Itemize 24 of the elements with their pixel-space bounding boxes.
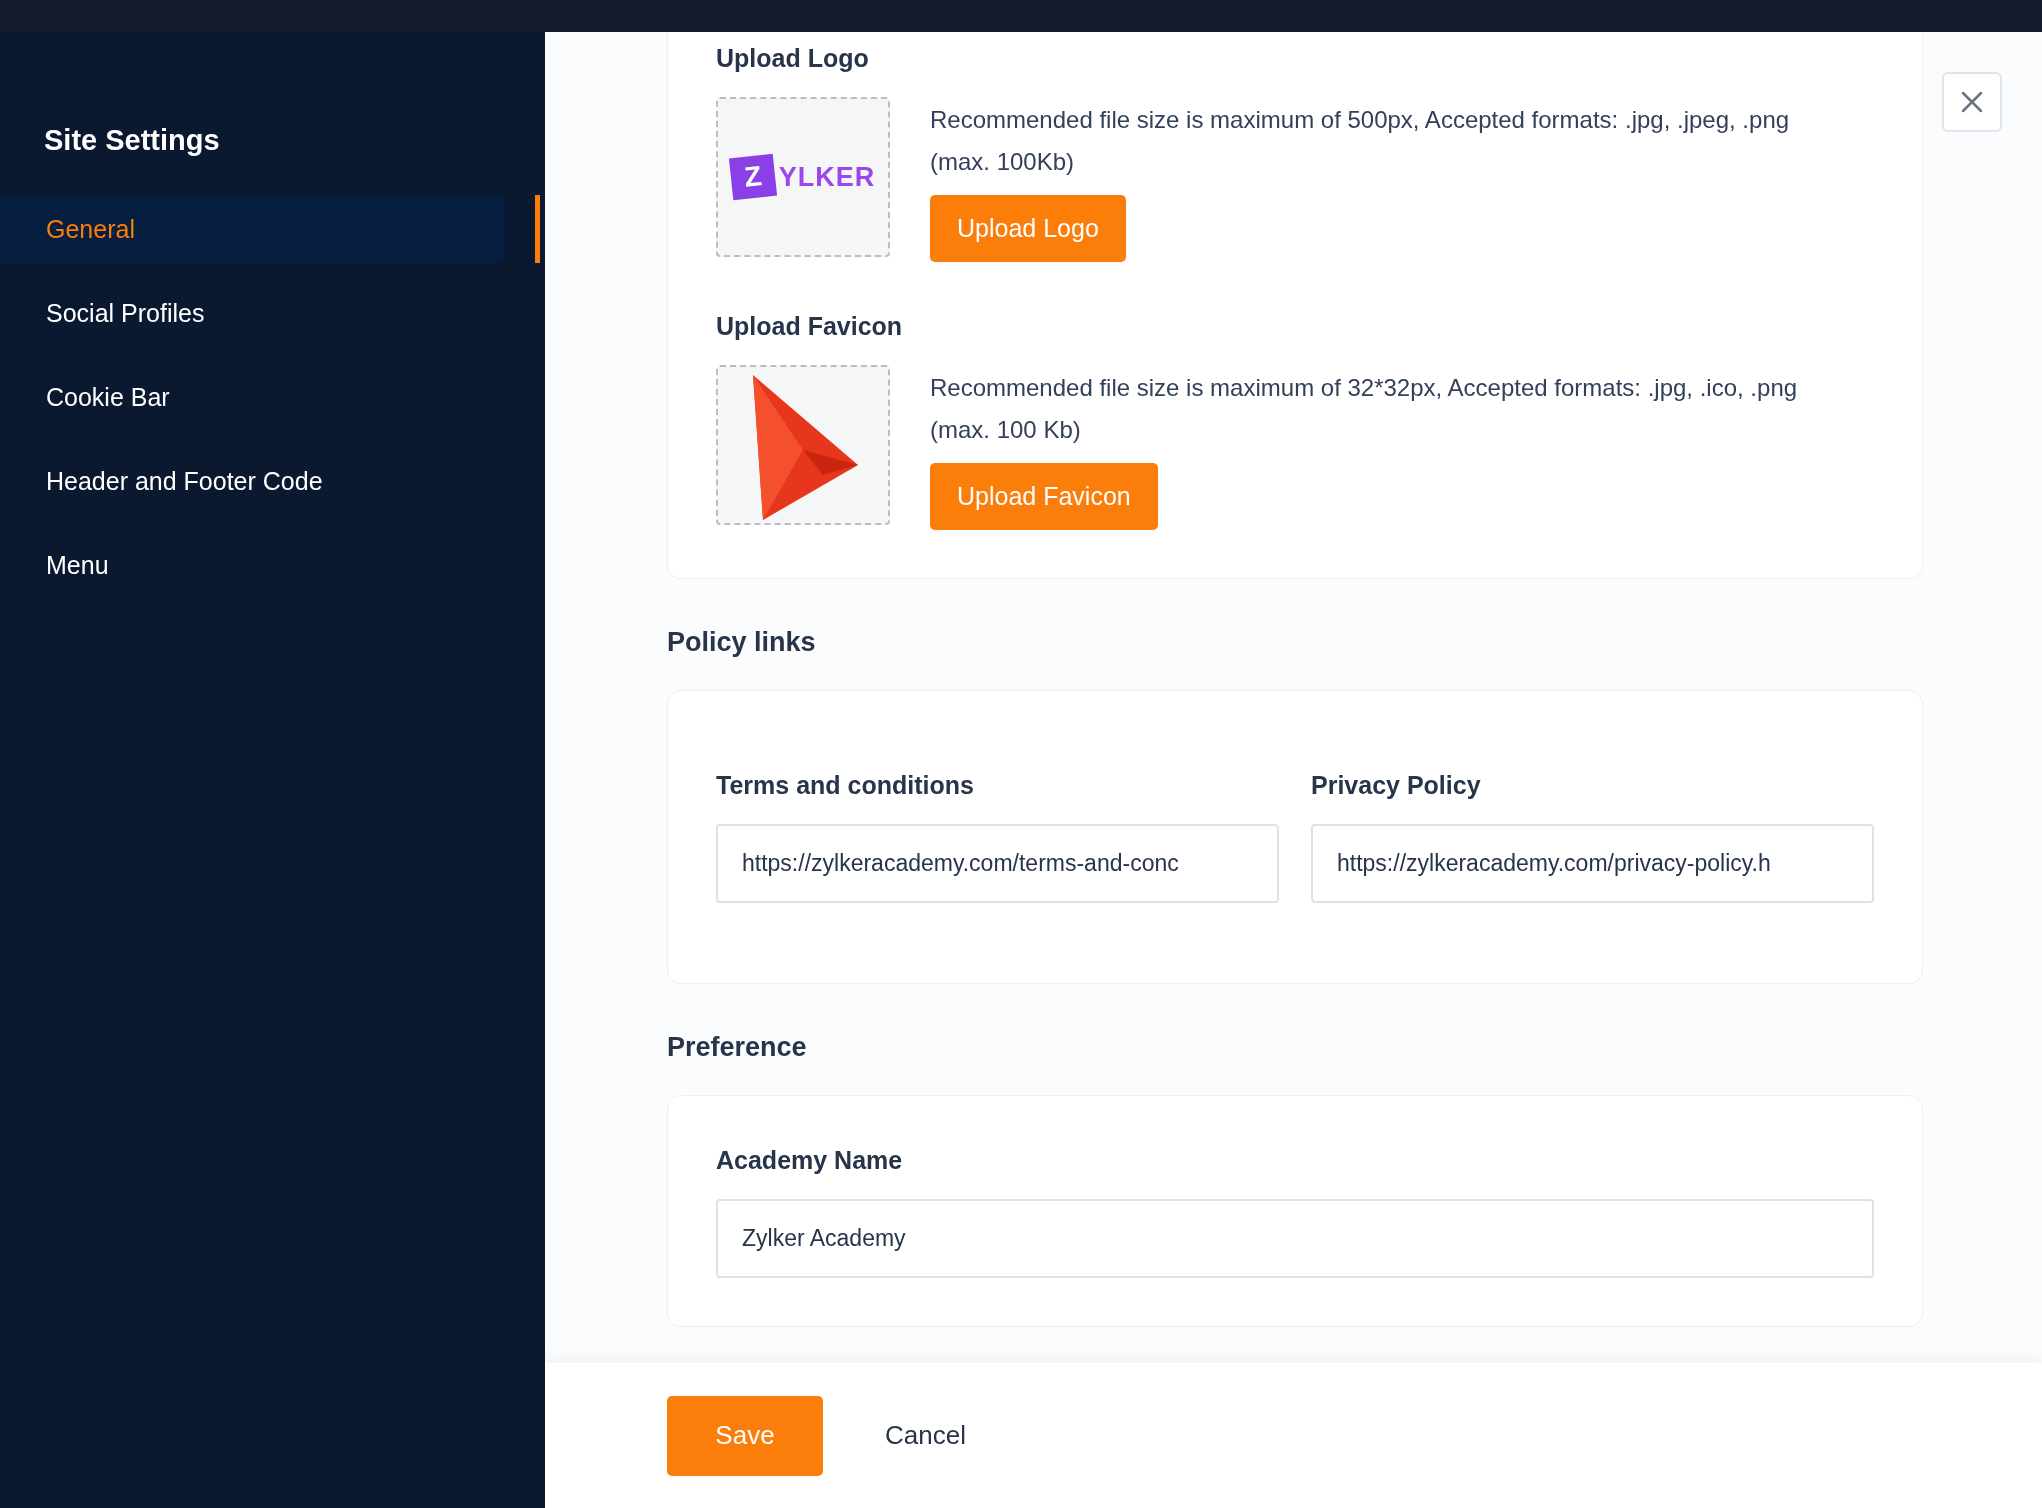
sidebar-item[interactable]: Header and Footer Code bbox=[0, 447, 505, 515]
sidebar-title: Site Settings bbox=[44, 124, 221, 157]
field-label: Privacy Policy bbox=[1311, 771, 1482, 800]
url-field[interactable]: https://zylkeracademy.com/terms-and-conc bbox=[716, 824, 1279, 903]
text-field[interactable]: Zylker Academy bbox=[716, 1199, 1874, 1278]
logo-mark: Z bbox=[728, 153, 777, 201]
sidebar-item[interactable]: Menu bbox=[0, 531, 505, 599]
field-label: Upload Logo bbox=[716, 44, 870, 73]
sidebar-item[interactable]: Cookie Bar bbox=[0, 363, 505, 431]
upload-hint: Recommended file size is maximum of 32*32px, Accepted formats: .jpg, .ico, .png (max. 100 Kb) bbox=[930, 373, 1799, 445]
active-indicator bbox=[535, 195, 540, 263]
section-title: Policy links bbox=[667, 627, 817, 658]
field-label: Upload Favicon bbox=[716, 312, 904, 341]
logo-word: YLKER bbox=[778, 161, 876, 193]
sidebar-item[interactable]: General bbox=[0, 195, 505, 263]
cancel-button[interactable]: Cancel bbox=[885, 1420, 966, 1451]
sidebar-item[interactable]: Social Profiles bbox=[0, 279, 505, 347]
upload-hint: Recommended file size is maximum of 500px, Accepted formats: .jpg, .jpeg, .png (max. 100Kb) bbox=[930, 105, 1791, 177]
close-icon bbox=[1960, 90, 1984, 114]
field-label: Academy Name bbox=[716, 1146, 904, 1175]
section-title: Preference bbox=[667, 1032, 808, 1063]
close-button[interactable] bbox=[1942, 72, 2002, 132]
field-label: Terms and conditions bbox=[716, 771, 975, 800]
url-field[interactable]: https://zylkeracademy.com/privacy-policy.h bbox=[1311, 824, 1874, 903]
